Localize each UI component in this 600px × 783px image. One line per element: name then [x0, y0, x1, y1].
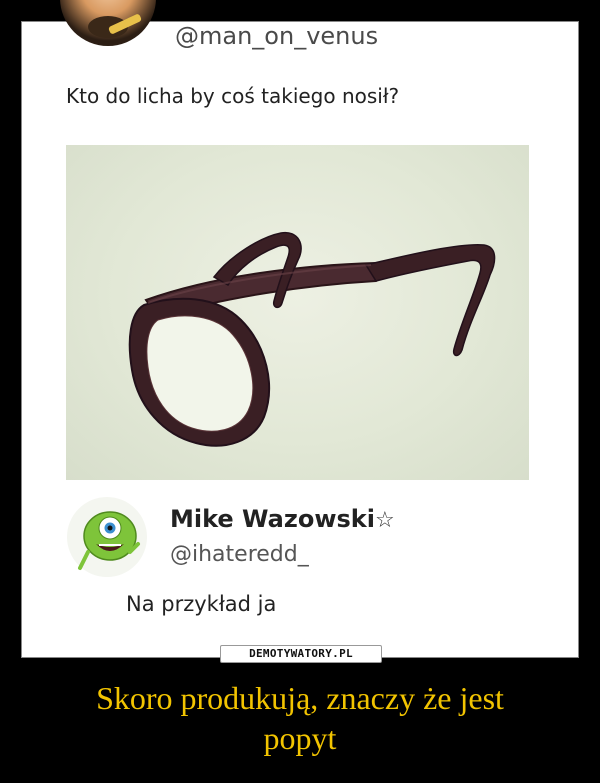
post-author-handle[interactable]: @man_on_venus [175, 22, 378, 50]
glasses-illustration [128, 231, 496, 447]
star-icon: ☆ [374, 508, 395, 533]
caption-line-1: Skoro produkują, znaczy że jest [96, 680, 504, 716]
reply-author-handle[interactable]: @ihateredd_ [170, 542, 309, 567]
reply-author-name[interactable]: Mike Wazowski☆ [170, 505, 395, 533]
post-author-avatar[interactable] [60, 0, 156, 46]
reply-text: Na przykład ja [126, 592, 277, 616]
site-watermark[interactable]: DEMOTYWATORY.PL [220, 645, 382, 663]
caption-line-2: popyt [263, 720, 337, 756]
meme-caption: Skoro produkują, znaczy że jest popyt [0, 678, 600, 758]
mike-wazowski-avatar[interactable] [66, 496, 148, 578]
post-text: Kto do licha by coś takiego nosił? [66, 84, 400, 108]
reply-author-name-text: Mike Wazowski [170, 505, 375, 533]
post-photo [66, 145, 529, 480]
